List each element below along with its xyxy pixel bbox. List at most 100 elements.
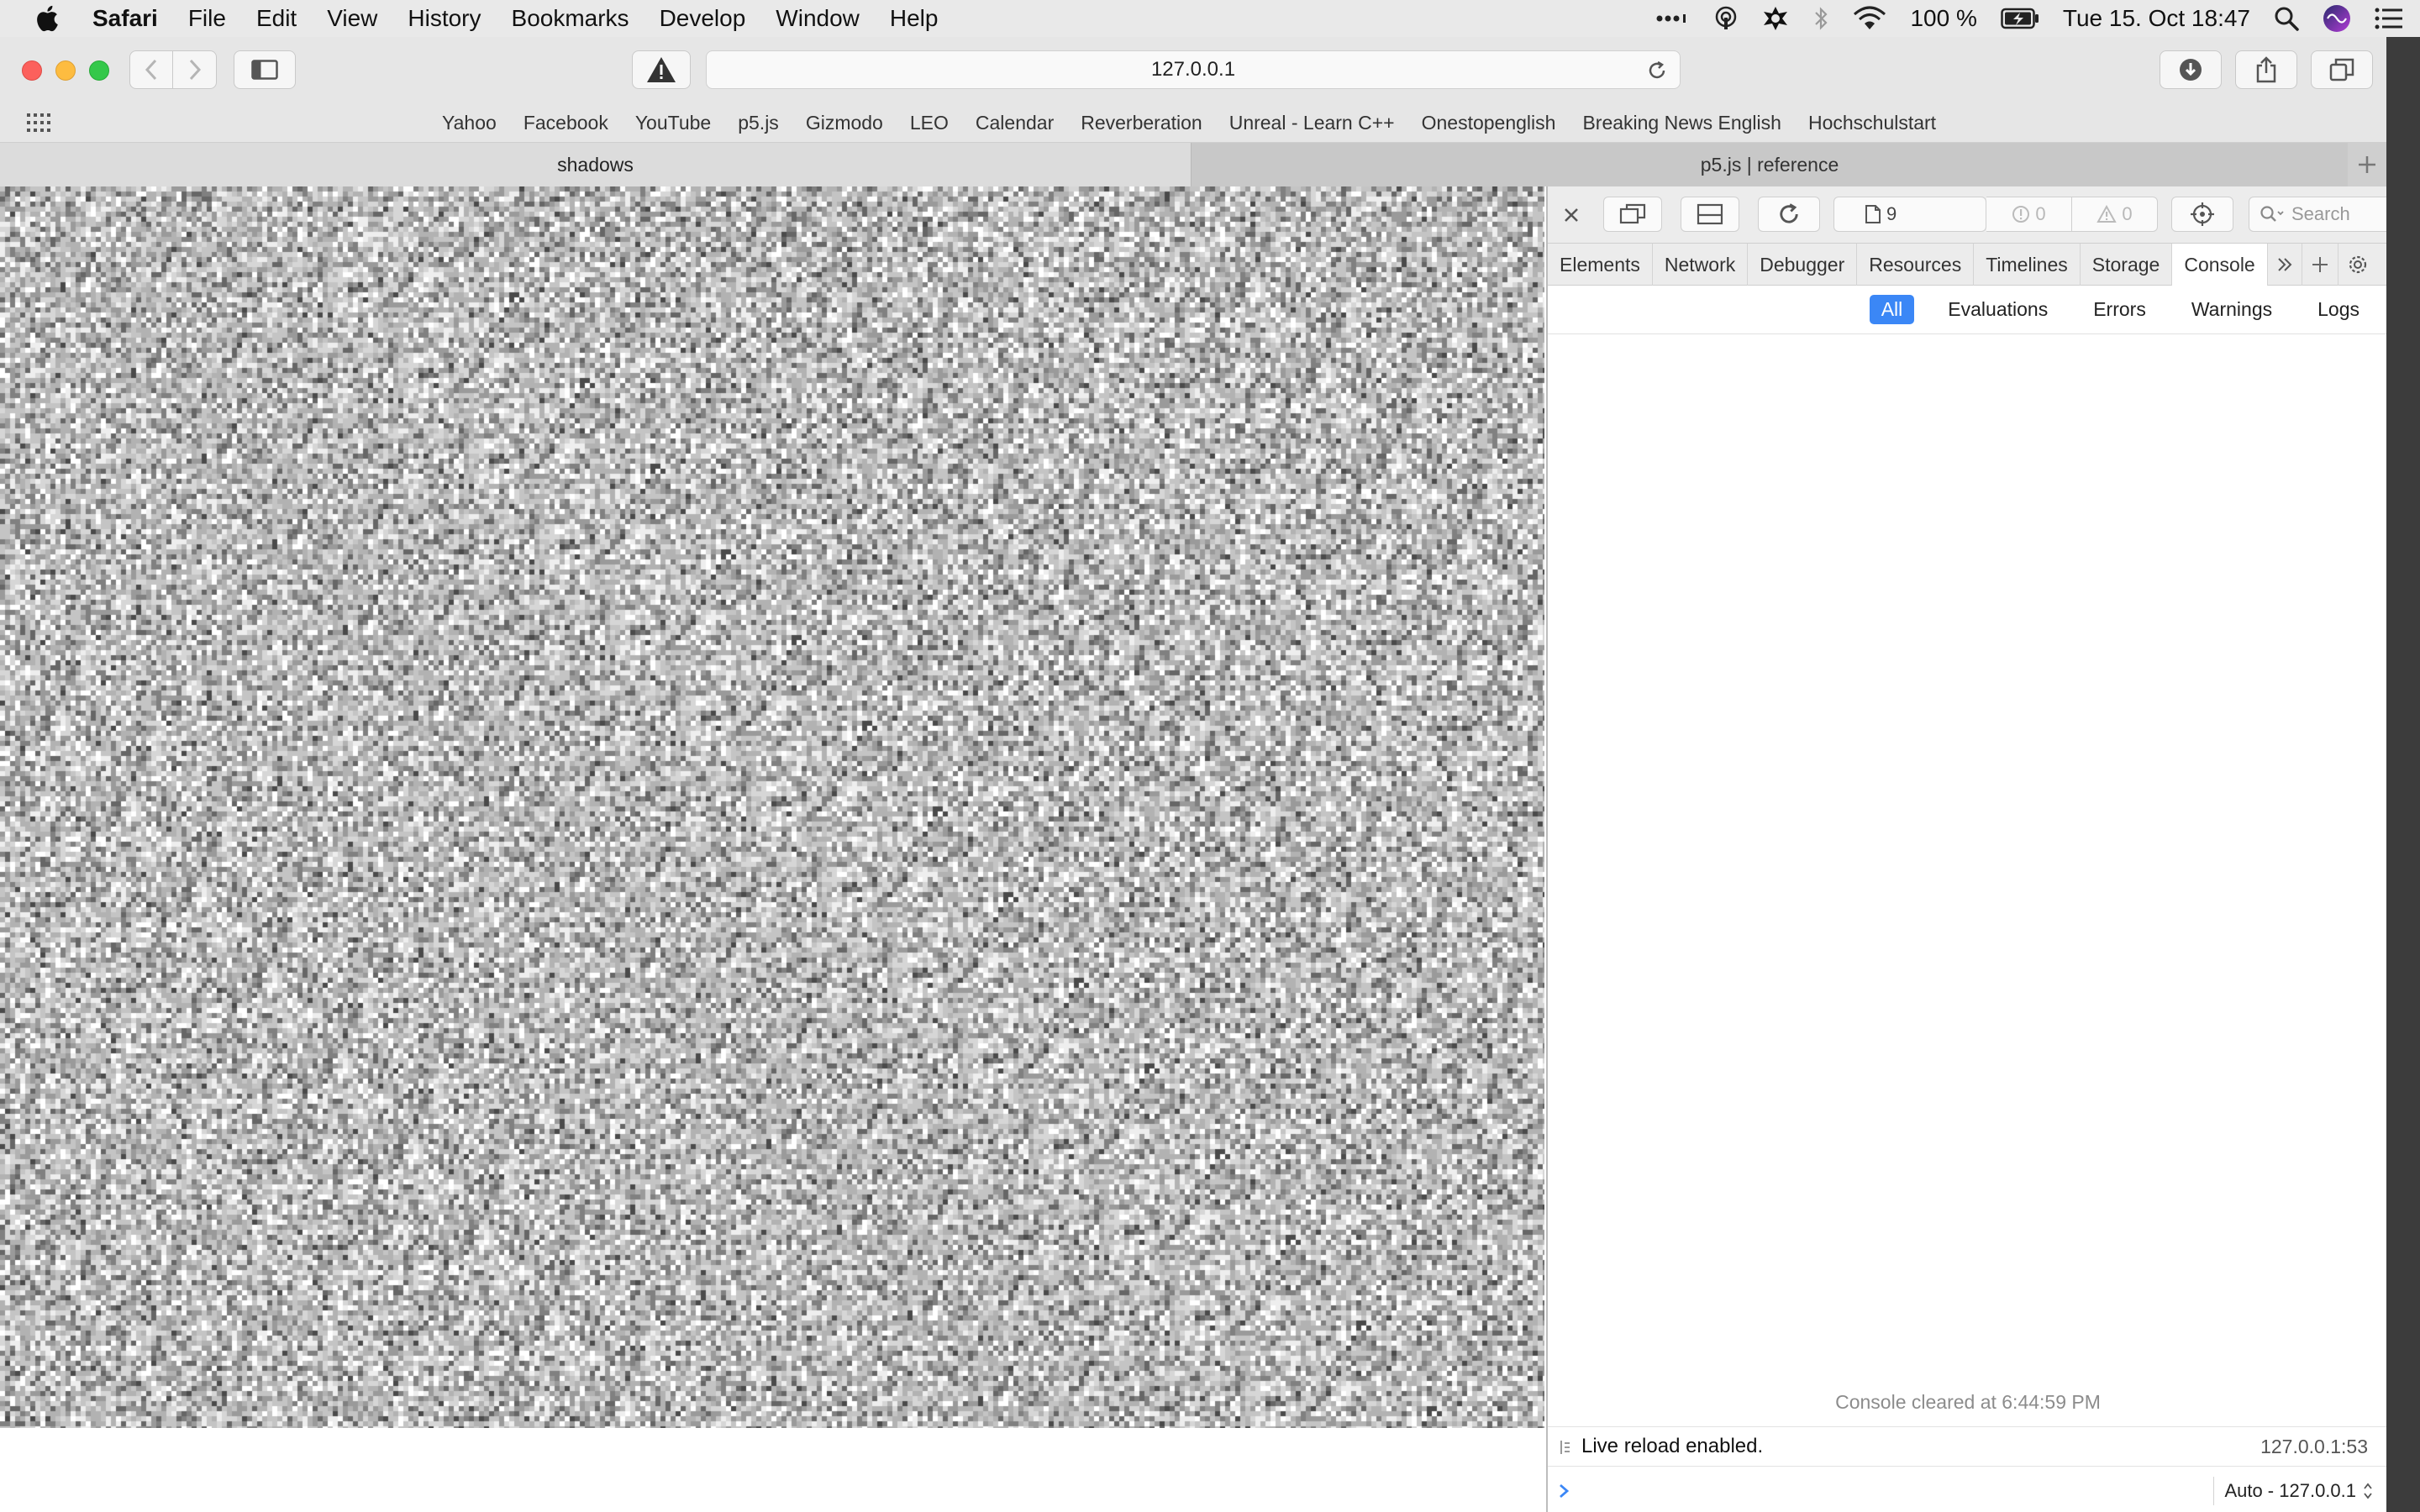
share-button[interactable] [2235,50,2297,89]
filter-evaluations[interactable]: Evaluations [1936,295,2060,324]
inspector-tab-bar: Elements Network Debugger Resources Time… [1548,244,2388,286]
dock-bottom-button[interactable] [1681,197,1739,232]
element-selection-button[interactable] [2171,197,2233,232]
warning-triangle-icon [647,57,676,82]
tab-overview-button[interactable] [2311,50,2373,89]
tab-debugger[interactable]: Debugger [1748,244,1858,286]
favorite-gizmodo[interactable]: Gizmodo [806,112,883,134]
log-entry-icon [1560,1441,1570,1454]
siri-icon[interactable] [2323,4,2351,33]
favorite-youtube[interactable]: YouTube [635,112,711,134]
menu-bar: Safari File Edit View History Bookmarks … [0,0,2420,37]
sketch-canvas[interactable] [0,186,1544,1428]
warning-count: 0 [2122,203,2133,224]
tab-timelines[interactable]: Timelines [1974,244,2081,286]
favorite-calendar[interactable]: Calendar [976,112,1054,134]
airdrop-icon[interactable] [1713,6,1739,31]
page-content [0,186,1544,1512]
close-window-button[interactable] [22,60,42,81]
execution-context-select[interactable]: Auto - 127.0.0.1 [2213,1477,2373,1505]
error-count-status[interactable]: 0 [1986,197,2072,232]
minimize-window-button[interactable] [55,60,76,81]
filter-warnings[interactable]: Warnings [2180,295,2284,324]
app-status-icon[interactable] [1762,5,1789,32]
tab-console[interactable]: Console [2172,244,2268,286]
menu-file[interactable]: File [188,5,226,32]
log-source-link[interactable]: 127.0.0.1:53 [2260,1436,2368,1458]
forward-button[interactable] [173,50,217,89]
sidebar-toggle-button[interactable] [234,50,296,89]
address-bar[interactable]: 127.0.0.1 [706,50,1681,89]
dashboard-status[interactable]: 9 [1833,197,1986,232]
menu-window[interactable]: Window [776,5,860,32]
favorites-bar: Yahoo Facebook YouTube p5.js Gizmodo LEO… [0,102,2386,143]
tab-elements[interactable]: Elements [1548,244,1653,286]
notification-center-icon[interactable] [2375,8,2403,29]
favorite-facebook[interactable]: Facebook [523,112,608,134]
console-prompt[interactable]: Auto - 127.0.0.1 [1548,1468,2388,1512]
sidebar-icon [251,60,278,80]
bluetooth-icon[interactable] [1812,5,1829,32]
menu-bookmarks[interactable]: Bookmarks [512,5,629,32]
reload-page-button[interactable] [1758,197,1820,232]
tab-p5js-reference[interactable]: p5.js | reference [1192,143,2348,186]
resources-document-icon [1865,205,1881,223]
menu-view[interactable]: View [327,5,377,32]
menu-help[interactable]: Help [890,5,939,32]
crosshair-icon [2191,202,2214,226]
clock[interactable]: Tue 15. Oct 18:47 [2063,5,2250,32]
battery-charging-icon[interactable] [2001,8,2039,29]
console-log-entry[interactable]: Live reload enabled. 127.0.0.1:53 [1548,1426,2388,1467]
tab-shadows[interactable]: shadows [0,143,1192,186]
battery-percent[interactable]: 100 % [1910,5,1976,32]
menu-history[interactable]: History [408,5,481,32]
tab-resources[interactable]: Resources [1857,244,1975,286]
dots-status-icon[interactable] [1656,13,1690,24]
tabs-overview-icon [2329,58,2354,81]
tab-storage[interactable]: Storage [2081,244,2173,286]
warning-triangle-icon [2096,205,2118,223]
security-warning-button[interactable] [632,50,691,89]
more-tabs-button[interactable] [2268,244,2302,286]
warning-count-status[interactable]: 0 [2072,197,2158,232]
favorite-reverberation[interactable]: Reverberation [1081,112,1202,134]
favorite-yahoo[interactable]: Yahoo [442,112,497,134]
favorite-p5js[interactable]: p5.js [738,112,779,134]
tab-network[interactable]: Network [1653,244,1749,286]
favorite-breaking-news-english[interactable]: Breaking News English [1582,112,1781,134]
filter-logs[interactable]: Logs [2306,295,2371,324]
spotlight-search-icon[interactable] [2274,6,2299,31]
favorite-hochschulstart[interactable]: Hochschulstart [1808,112,1936,134]
tab-title: shadows [557,153,634,176]
tab-bar: shadows p5.js | reference [0,143,2386,186]
search-icon [2260,206,2284,222]
apple-menu-icon[interactable] [34,3,64,34]
gear-icon [2349,255,2366,274]
inspector-settings-button[interactable] [2338,244,2377,286]
menu-develop[interactable]: Develop [660,5,746,32]
back-button[interactable] [129,50,173,89]
filter-errors[interactable]: Errors [2081,295,2158,324]
filter-all[interactable]: All [1869,295,1915,324]
inspector-search-field[interactable]: Search [2249,197,2388,232]
close-inspector-icon[interactable] [1563,207,1580,223]
favorite-leo[interactable]: LEO [910,112,949,134]
detach-window-button[interactable] [1603,197,1662,232]
console-filter-bar: All Evaluations Errors Warnings Logs [1548,286,2388,334]
downloads-button[interactable] [2160,50,2222,89]
show-all-bookmarks-grid-icon[interactable] [27,113,50,132]
add-tab-button[interactable] [2302,244,2338,286]
favorite-unreal-learn-cpp[interactable]: Unreal - Learn C++ [1229,112,1395,134]
zoom-window-button[interactable] [89,60,109,81]
log-message: Live reload enabled. [1581,1435,1764,1457]
share-icon [2256,56,2276,83]
menu-safari[interactable]: Safari [92,5,158,32]
prompt-chevron-icon [1560,1483,1570,1499]
new-tab-button[interactable] [2348,143,2386,186]
favorite-onestopenglish[interactable]: Onestopenglish [1422,112,1556,134]
reload-icon[interactable] [1646,60,1668,81]
menu-edit[interactable]: Edit [256,5,297,32]
wifi-icon[interactable] [1853,6,1886,31]
error-count: 0 [2035,203,2046,224]
console-cleared-message: Console cleared at 6:44:59 PM [1835,1391,2101,1413]
